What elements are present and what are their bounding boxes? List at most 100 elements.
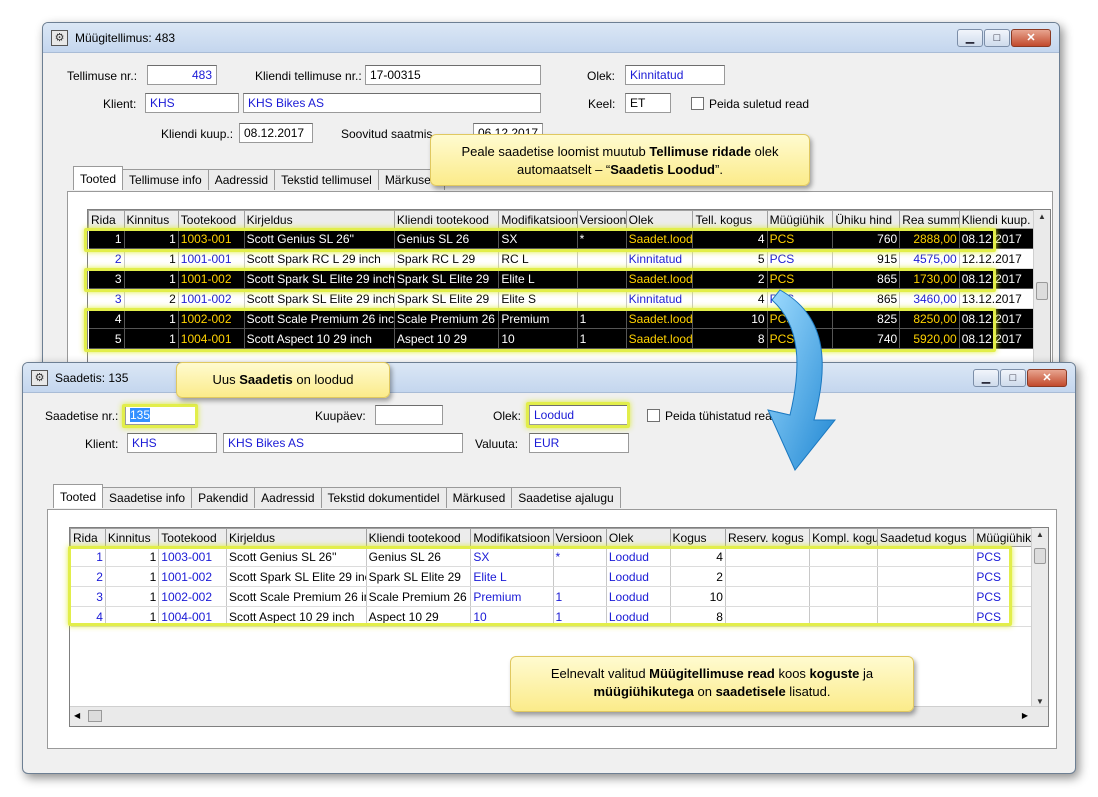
hide-voided-checkbox[interactable] bbox=[647, 409, 660, 422]
scroll-right-icon[interactable]: ▶ bbox=[1022, 711, 1028, 720]
tab-tooted[interactable]: Tooted bbox=[73, 166, 124, 190]
tab-tellimuse-info[interactable]: Tellimuse info bbox=[122, 169, 209, 190]
minimize-icon[interactable]: ▁ bbox=[957, 29, 983, 47]
shipment-line-row[interactable]: 4 1 1004-001 Scott Aspect 10 29 inch Aspect … bbox=[70, 606, 1033, 627]
shipment-no-value: 135 bbox=[130, 408, 151, 422]
empty-cell bbox=[227, 687, 367, 707]
shipment-cell-kinnitus: 1 bbox=[105, 606, 160, 627]
order-cell-mod: RC L bbox=[498, 248, 578, 269]
order-line-row[interactable]: 3 2 1001-002 Scott Spark SL Elite 29 inch Sp… bbox=[88, 288, 1036, 309]
column-header: Modifikatsioon bbox=[498, 210, 578, 229]
date-field[interactable] bbox=[375, 405, 443, 425]
empty-cell bbox=[366, 627, 471, 647]
maximize-icon[interactable]: □ bbox=[984, 29, 1010, 47]
client-order-no-field[interactable]: 17-00315 bbox=[365, 65, 541, 85]
language-field[interactable]: ET bbox=[625, 93, 671, 113]
empty-cell bbox=[670, 627, 725, 647]
scroll-thumb[interactable] bbox=[1036, 282, 1048, 300]
column-header: Olek bbox=[625, 210, 694, 229]
column-header: Rea summ bbox=[899, 210, 960, 229]
order-no-label: Tellimuse nr.: bbox=[67, 69, 138, 83]
shipment-cell-kkood: Spark SL Elite 29 bbox=[366, 566, 472, 587]
order-grid-scrollbar[interactable]: ▲ ▼ bbox=[1033, 210, 1050, 373]
maximize-icon[interactable]: □ bbox=[1000, 369, 1026, 387]
hscroll-thumb[interactable] bbox=[88, 710, 102, 722]
shipment-cell-kinnitus: 1 bbox=[105, 586, 160, 607]
client-date-field[interactable]: 08.12.2017 bbox=[239, 123, 313, 143]
order-line-row[interactable]: 3 1 1001-002 Scott Spark SL Elite 29 inch Sp… bbox=[88, 268, 1036, 289]
shipment-grid-scrollbar[interactable]: ▲ ▼ bbox=[1031, 528, 1048, 708]
column-header: Kliendi tootekood bbox=[365, 528, 472, 547]
column-header: Kliendi tootekood bbox=[393, 210, 500, 229]
minimize-icon[interactable]: ▁ bbox=[973, 369, 999, 387]
column-header: Kogus bbox=[669, 528, 726, 547]
shipment-no-field[interactable]: 135 bbox=[125, 405, 197, 425]
order-cell-kood: 1001-002 bbox=[178, 288, 245, 309]
order-cell-summa: 1730,00 bbox=[899, 268, 960, 289]
empty-cell bbox=[227, 627, 367, 647]
shipment-cell-olek: Loodud bbox=[606, 586, 671, 607]
shipment-cell-olek: Loodud bbox=[606, 546, 671, 567]
order-status-label: Olek: bbox=[587, 69, 616, 83]
client-name-field[interactable]: KHS Bikes AS bbox=[243, 93, 541, 113]
shipment-line-row[interactable]: 1 1 1003-001 Scott Genius SL 26'' Genius SL … bbox=[70, 546, 1033, 567]
close-icon[interactable]: ✕ bbox=[1011, 29, 1051, 47]
shipment-cell-yhik: PCS bbox=[973, 546, 1033, 567]
tab-markused[interactable]: Märkused bbox=[445, 487, 513, 508]
order-line-row[interactable]: 4 1 1002-002 Scott Scale Premium 26 inch Sca… bbox=[88, 308, 1036, 329]
order-cell-kinnitus: 1 bbox=[124, 308, 179, 329]
tab-tekstid-dokumentidel[interactable]: Tekstid dokumentidel bbox=[320, 487, 447, 508]
close-icon[interactable]: ✕ bbox=[1027, 369, 1067, 387]
order-line-row[interactable]: 2 1 1001-001 Scott Spark RC L 29 inch Spark … bbox=[88, 248, 1036, 269]
shipment-cell-olek: Loodud bbox=[606, 606, 671, 627]
order-cell-kuup: 12.12.2017 bbox=[959, 248, 1036, 269]
order-line-row[interactable]: 1 1 1003-001 Scott Genius SL 26'' Genius SL … bbox=[88, 228, 1036, 249]
scroll-down-icon[interactable]: ▼ bbox=[1032, 697, 1048, 706]
order-cell-ver: * bbox=[577, 228, 627, 249]
tab-saadetise-info[interactable]: Saadetise info bbox=[102, 487, 193, 508]
client-code-field[interactable]: KHS bbox=[145, 93, 239, 113]
shipment-cell-kkood: Scale Premium 26 bbox=[366, 586, 472, 607]
currency-field[interactable]: EUR bbox=[529, 433, 629, 453]
app-icon: ⚙ bbox=[31, 370, 48, 386]
shipment-status-field[interactable]: Loodud bbox=[529, 405, 629, 425]
column-header: Kirjeldus bbox=[243, 210, 395, 229]
order-no-field[interactable]: 483 bbox=[147, 65, 217, 85]
order-window: ⚙ Müügitellimus: 483 ▁ □ ✕ Tellimuse nr.… bbox=[42, 22, 1060, 374]
scroll-up-icon[interactable]: ▲ bbox=[1032, 530, 1048, 539]
callout-text: on bbox=[693, 684, 716, 699]
order-cell-olek: Kinnitatud bbox=[626, 288, 694, 309]
column-header: Versioon bbox=[576, 210, 627, 229]
order-line-row[interactable]: 5 1 1004-001 Scott Aspect 10 29 inch Aspect … bbox=[88, 328, 1036, 349]
empty-cell bbox=[71, 687, 106, 707]
tab-tekstid-tellimusel[interactable]: Tekstid tellimusel bbox=[274, 169, 379, 190]
shipment-cell-kinnitus: 1 bbox=[105, 546, 160, 567]
shipment-window: ⚙ Saadetis: 135 ▁ □ ✕ Saadetise nr.: 135… bbox=[22, 362, 1076, 774]
scroll-thumb[interactable] bbox=[1034, 548, 1046, 564]
scroll-up-icon[interactable]: ▲ bbox=[1034, 212, 1050, 221]
hide-closed-checkbox[interactable] bbox=[691, 97, 704, 110]
column-header: Kliendi kuup. bbox=[958, 210, 1036, 229]
order-cell-mod: 10 bbox=[498, 328, 578, 349]
order-cell-mod: Elite S bbox=[498, 288, 578, 309]
shipment-line-row[interactable]: 2 1 1001-002 Scott Spark SL Elite 29 inch Sp… bbox=[70, 566, 1033, 587]
order-cell-mod: Elite L bbox=[498, 268, 578, 289]
tab-pakendid[interactable]: Pakendid bbox=[191, 487, 256, 508]
shipment-client-name-field[interactable]: KHS Bikes AS bbox=[223, 433, 463, 453]
empty-row bbox=[71, 627, 1033, 647]
order-cell-kirjeldus: Scott Spark RC L 29 inch bbox=[244, 248, 395, 269]
tab-aadressid[interactable]: Aadressid bbox=[254, 487, 322, 508]
tab-tooted[interactable]: Tooted bbox=[53, 484, 104, 508]
callout-bold-text: Saadetis Loodud bbox=[610, 162, 715, 177]
order-status-field[interactable]: Kinnitatud bbox=[625, 65, 725, 85]
order-cell-rida: 4 bbox=[88, 308, 125, 329]
order-cell-kirjeldus: Scott Spark SL Elite 29 inch bbox=[244, 288, 395, 309]
scroll-left-icon[interactable]: ◀ bbox=[74, 711, 80, 720]
shipment-line-row[interactable]: 311002-002Scott Scale Premium 26 inchSca… bbox=[70, 586, 1033, 607]
column-header: Kompl. kogus bbox=[809, 528, 878, 547]
order-cell-ver: 1 bbox=[577, 308, 627, 329]
column-header: Rida bbox=[88, 210, 125, 229]
tab-aadressid[interactable]: Aadressid bbox=[207, 169, 276, 190]
tab-saadetise-ajalugu[interactable]: Saadetise ajalugu bbox=[511, 487, 621, 508]
shipment-client-code-field[interactable]: KHS bbox=[127, 433, 217, 453]
